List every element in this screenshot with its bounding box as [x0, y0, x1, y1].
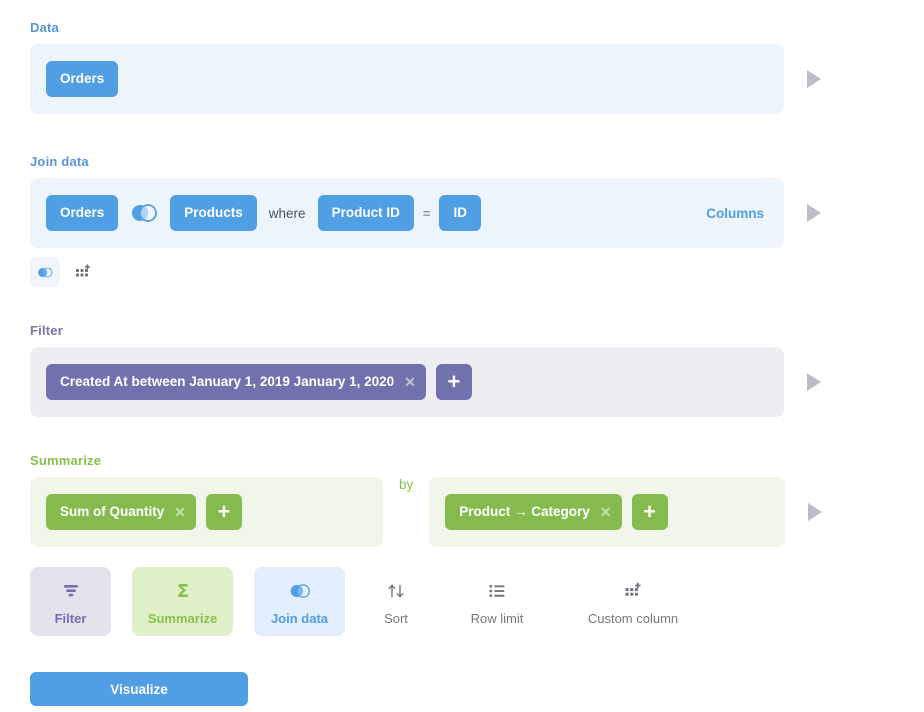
aggregation-text: Sum of Quantity [60, 504, 165, 519]
action-bar: Filter Σ Summarize Join data Sort Row li… [30, 567, 924, 636]
funnel-icon [61, 579, 81, 603]
add-aggregation-button[interactable]: + [205, 494, 242, 530]
query-notebook-editor: Data Orders Join data Orders Products wh… [0, 0, 924, 712]
join-operator: = [422, 205, 431, 221]
action-join-data[interactable]: Join data [254, 567, 345, 636]
join-step: Join data Orders Products where Product … [30, 154, 894, 287]
join-step-panel: Orders Products where Product ID = ID Co… [30, 178, 784, 248]
play-triangle-icon [807, 204, 821, 222]
play-triangle-icon [807, 373, 821, 391]
venn-join-icon[interactable] [129, 203, 159, 223]
add-custom-column-icon-button[interactable] [68, 257, 98, 287]
add-filter-button[interactable]: + [435, 364, 472, 400]
filter-preview-button[interactable] [796, 347, 832, 417]
action-custom-column[interactable]: Custom column [568, 567, 698, 636]
join-sub-actions [30, 257, 894, 287]
breakout-pill[interactable]: Product → Category ✕ [445, 494, 622, 530]
action-row-limit[interactable]: Row limit [447, 567, 547, 636]
join-columns-link[interactable]: Columns [706, 206, 768, 221]
filter-clause-text: Created At between January 1, 2019 Janua… [60, 374, 395, 389]
summarize-step-label: Summarize [30, 453, 102, 468]
grid-plus-icon [624, 579, 642, 603]
join-right-table-pill[interactable]: Products [170, 195, 257, 231]
action-row-limit-label: Row limit [470, 611, 524, 626]
filter-step-panel: Created At between January 1, 2019 Janua… [30, 347, 784, 417]
summarize-aggregation-panel: Sum of Quantity ✕ + [30, 477, 383, 547]
join-left-table-pill[interactable]: Orders [46, 195, 119, 231]
aggregation-pill[interactable]: Sum of Quantity ✕ [46, 494, 196, 530]
data-step: Data Orders [30, 20, 894, 114]
action-filter[interactable]: Filter [30, 567, 111, 636]
sort-arrows-icon [386, 579, 406, 603]
join-where-text: where [268, 205, 306, 221]
action-filter-label: Filter [54, 611, 87, 626]
play-triangle-icon [808, 503, 823, 521]
action-custom-column-label: Custom column [587, 611, 679, 626]
action-join-data-label: Join data [270, 611, 329, 626]
join-right-field-pill[interactable]: ID [439, 195, 481, 231]
filter-step-label: Filter [30, 323, 63, 338]
summarize-by-text: by [399, 477, 414, 492]
join-preview-button[interactable] [796, 178, 832, 248]
add-join-icon-button[interactable] [30, 257, 60, 287]
sigma-icon: Σ [173, 579, 193, 603]
data-step-label: Data [30, 20, 59, 35]
action-summarize-label: Summarize [147, 611, 218, 626]
play-triangle-icon [807, 70, 821, 88]
join-left-field-pill[interactable]: Product ID [317, 195, 414, 231]
data-step-panel: Orders [30, 44, 784, 114]
summarize-preview-button[interactable] [797, 477, 833, 547]
close-x-icon[interactable]: ✕ [174, 505, 186, 519]
action-summarize[interactable]: Σ Summarize [132, 567, 233, 636]
breakout-text: Product → Category [459, 504, 590, 519]
action-sort-label: Sort [384, 611, 408, 626]
data-table-pill[interactable]: Orders [46, 61, 119, 97]
venn-join-icon [288, 579, 312, 603]
summarize-breakout-panel: Product → Category ✕ + [429, 477, 786, 547]
action-sort[interactable]: Sort [366, 567, 426, 636]
close-x-icon[interactable]: ✕ [404, 375, 416, 389]
list-icon [488, 579, 506, 603]
visualize-button[interactable]: Visualize [30, 672, 248, 706]
join-step-label: Join data [30, 154, 89, 169]
filter-clause-pill[interactable]: Created At between January 1, 2019 Janua… [46, 364, 426, 400]
close-x-icon[interactable]: ✕ [600, 505, 612, 519]
data-preview-button[interactable] [796, 44, 832, 114]
summarize-step: Summarize Sum of Quantity ✕ + by Product… [30, 453, 894, 547]
add-breakout-button[interactable]: + [631, 494, 668, 530]
filter-step: Filter Created At between January 1, 201… [30, 323, 894, 417]
svg-text:Σ: Σ [176, 581, 188, 601]
